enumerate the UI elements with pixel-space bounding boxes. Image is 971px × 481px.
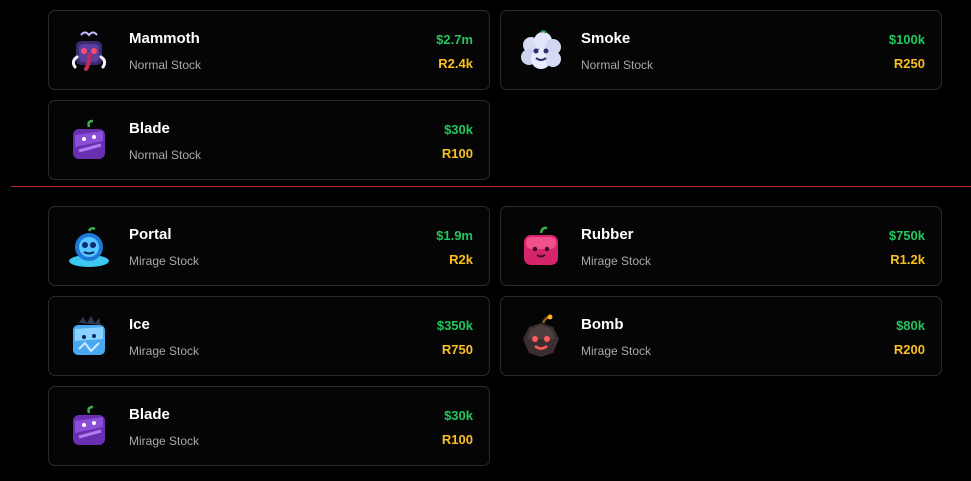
stock-type-label: Normal Stock <box>129 148 202 162</box>
stock-type-label: Mirage Stock <box>129 254 200 268</box>
fruit-name: Bomb <box>581 316 624 333</box>
stock-type-label: Mirage Stock <box>581 344 652 358</box>
fruit-card-blade[interactable]: Blade Normal Stock $30k R100 <box>48 100 490 180</box>
robux-price: R1.2k <box>890 252 925 267</box>
beli-price: $750k <box>888 228 925 243</box>
fruit-card-blade-mirage[interactable]: Blade Mirage Stock $30k R100 <box>48 386 490 466</box>
fruit-card-mammoth[interactable]: Mammoth Normal Stock $2.7m R2.4k <box>48 10 490 90</box>
rubber-fruit-icon <box>517 223 565 271</box>
fruit-name: Portal <box>129 226 172 243</box>
smoke-fruit-icon <box>517 27 565 75</box>
blade-fruit-icon <box>65 117 113 165</box>
fruit-card-bomb[interactable]: Bomb Mirage Stock $80k R200 <box>500 296 942 376</box>
stock-type-label: Normal Stock <box>129 58 202 72</box>
stock-type-label: Mirage Stock <box>129 434 200 448</box>
robux-price: R750 <box>441 342 473 357</box>
fruit-name: Smoke <box>581 30 631 47</box>
fruit-card-ice[interactable]: Ice Mirage Stock $350k R750 <box>48 296 490 376</box>
robux-price: R100 <box>441 432 473 447</box>
stock-type-label: Mirage Stock <box>581 254 652 268</box>
section-divider <box>11 186 971 187</box>
stock-type-label: Mirage Stock <box>129 344 200 358</box>
beli-price: $1.9m <box>436 228 473 243</box>
robux-price: R100 <box>441 146 473 161</box>
fruit-name: Ice <box>129 316 150 333</box>
robux-price: R2k <box>449 252 473 267</box>
beli-price: $350k <box>436 318 473 333</box>
beli-price: $100k <box>888 32 925 47</box>
stock-type-label: Normal Stock <box>581 58 654 72</box>
portal-fruit-icon <box>65 223 113 271</box>
fruit-name: Mammoth <box>129 30 200 47</box>
fruit-name: Rubber <box>581 226 634 243</box>
fruit-card-smoke[interactable]: Smoke Normal Stock $100k R250 <box>500 10 942 90</box>
robux-price: R200 <box>893 342 925 357</box>
fruit-name: Blade <box>129 406 170 423</box>
fruit-card-rubber[interactable]: Rubber Mirage Stock $750k R1.2k <box>500 206 942 286</box>
fruit-name: Blade <box>129 120 170 137</box>
beli-price: $2.7m <box>436 32 473 47</box>
ice-fruit-icon <box>65 313 113 361</box>
beli-price: $30k <box>444 122 473 137</box>
robux-price: R250 <box>893 56 925 71</box>
fruit-card-portal[interactable]: Portal Mirage Stock $1.9m R2k <box>48 206 490 286</box>
mammoth-fruit-icon <box>65 27 113 75</box>
robux-price: R2.4k <box>438 56 473 71</box>
bomb-fruit-icon <box>517 313 565 361</box>
beli-price: $80k <box>896 318 925 333</box>
beli-price: $30k <box>444 408 473 423</box>
blade-fruit-icon <box>65 403 113 451</box>
